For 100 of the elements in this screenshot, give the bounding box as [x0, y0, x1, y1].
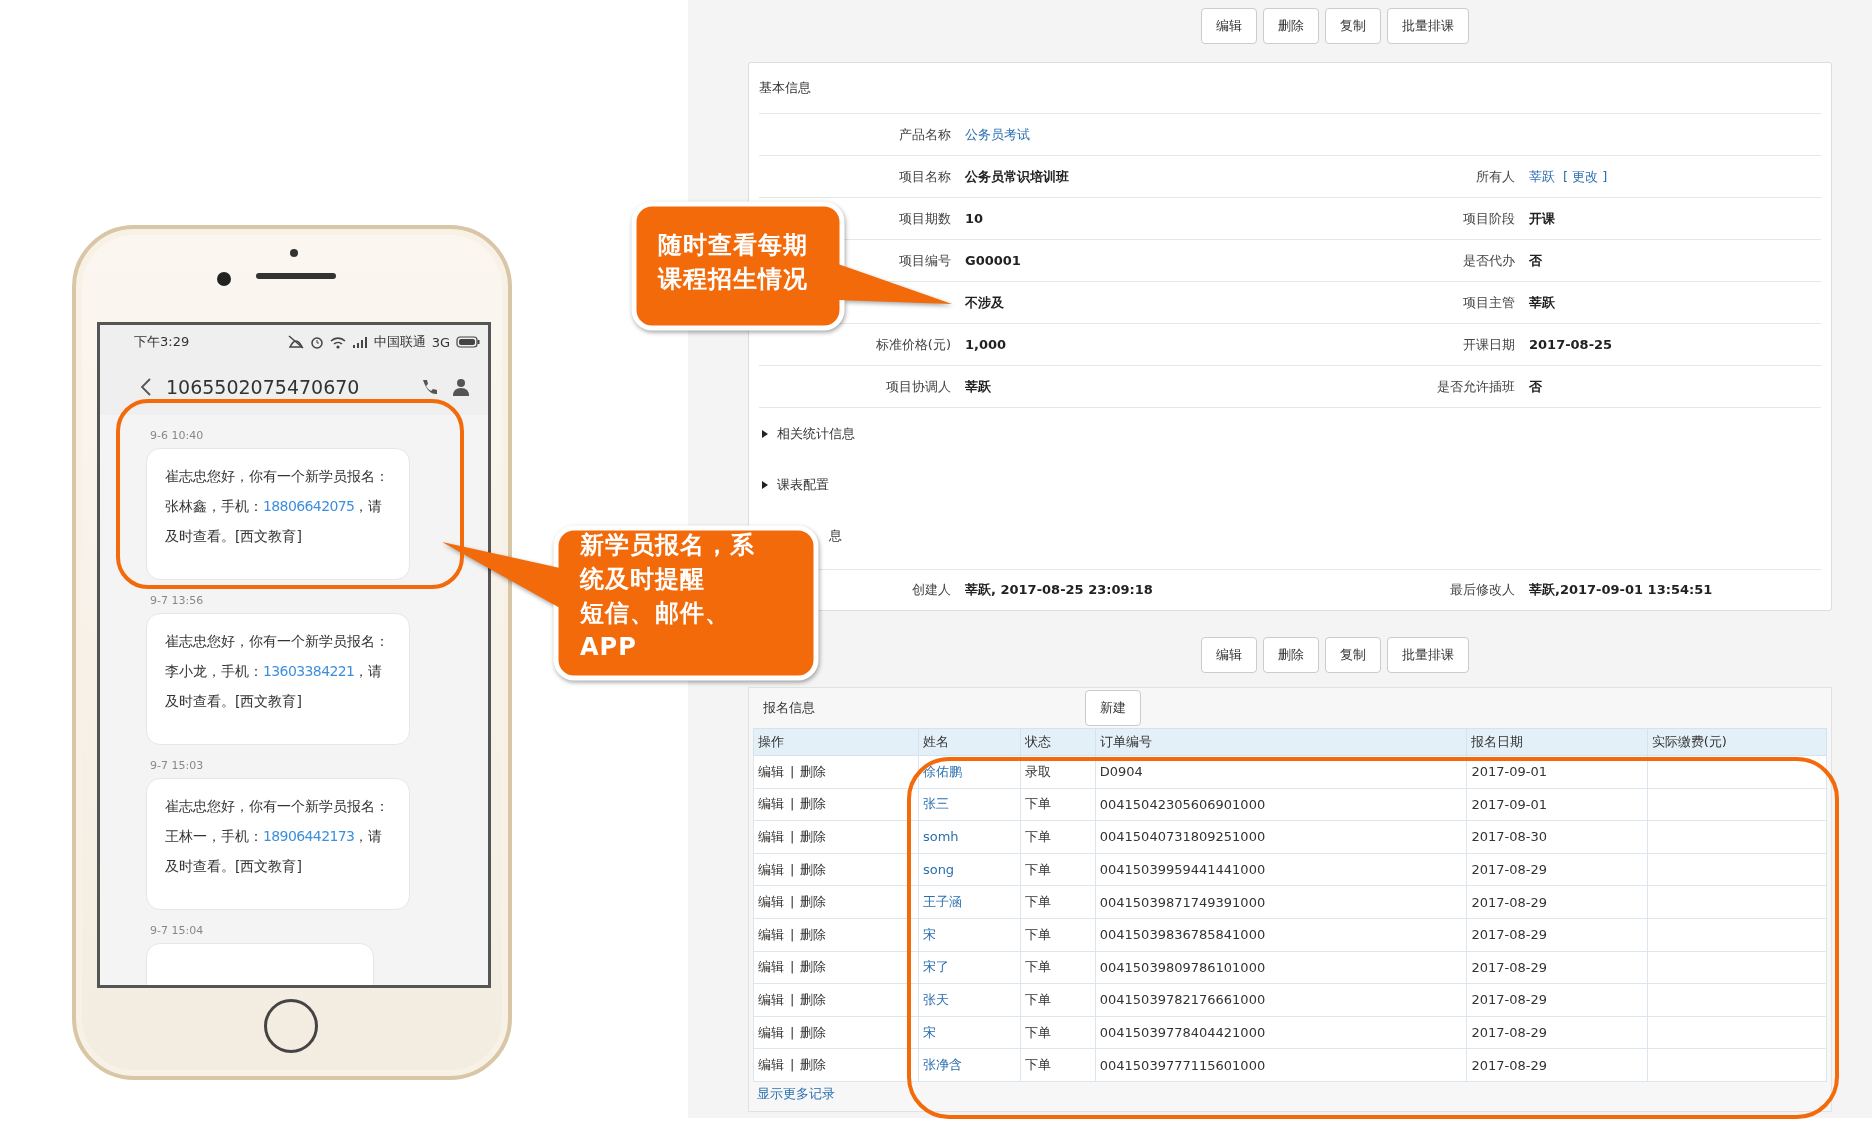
toolbar-button[interactable]: 批量排课: [1387, 637, 1469, 673]
table-cell: 2017-08-29: [1466, 983, 1648, 1017]
field-label: 是否允许插班: [1437, 377, 1515, 396]
field-label: 项目协调人: [886, 377, 951, 396]
toolbar-button[interactable]: 复制: [1325, 637, 1381, 673]
field-label: 项目编号: [899, 251, 951, 270]
table-cell: 下单: [1020, 853, 1096, 886]
action-link[interactable]: 删除: [800, 1057, 827, 1073]
table-cell: 00415039836785841000: [1095, 918, 1467, 952]
column-header: 姓名: [918, 728, 1021, 756]
action-link[interactable]: 删除: [800, 1024, 827, 1040]
field-value: 公务员常识培训班: [965, 167, 1069, 186]
network-type: 3G: [431, 334, 450, 350]
table-cell: 下单: [1020, 788, 1096, 821]
message-bubble: 崔志忠您好，你有一个新学员报名：张林鑫，手机：18806642075，请及时查看。[西文教育]: [146, 448, 410, 580]
toolbar-button[interactable]: 删除: [1263, 8, 1319, 44]
status-time: 下午3:29: [134, 333, 190, 351]
table-cell: 下单: [1020, 885, 1096, 919]
name-link[interactable]: 宋: [922, 926, 936, 942]
field-value: 莘跃: [1529, 293, 1555, 312]
separator-text: |: [790, 926, 795, 942]
action-link[interactable]: 编辑: [758, 959, 784, 975]
section-toggle[interactable]: 课表配置: [777, 475, 829, 494]
action-link[interactable]: 删除: [800, 829, 827, 844]
field-label: 是否代办: [1463, 251, 1515, 270]
table-cell: 2017-08-29: [1466, 1016, 1648, 1049]
table-cell: 下单: [1020, 951, 1096, 984]
field-value: 1,000: [965, 337, 1007, 352]
action-link[interactable]: 编辑: [758, 763, 784, 779]
panel-title: 报名信息: [763, 699, 816, 717]
action-link[interactable]: 删除: [800, 991, 827, 1007]
message-bubble: 崔志忠您好，你有一个新学员报名：王林一，手机：18906442173，请及时查看。[西文教育]: [146, 778, 410, 910]
action-link[interactable]: 删除: [800, 926, 827, 942]
action-link[interactable]: 删除: [800, 763, 827, 779]
table-cell: 2017-09-01: [1466, 755, 1648, 789]
carrier-name: 中国联通: [373, 333, 426, 351]
toolbar-button[interactable]: 编辑: [1201, 637, 1257, 673]
message-time: 9-7 15:03: [149, 758, 205, 774]
message-time: 9-6 10:40: [149, 428, 205, 444]
action-link[interactable]: 编辑: [758, 926, 784, 942]
more-link[interactable]: 显示更多记录: [757, 1085, 835, 1103]
action-link[interactable]: 删除: [800, 894, 827, 910]
separator-text: |: [790, 763, 795, 779]
separator-text: |: [790, 861, 795, 877]
name-link[interactable]: 宋: [922, 1024, 936, 1040]
new-button[interactable]: 新建: [1085, 690, 1141, 726]
field-value: G00001: [965, 253, 1021, 268]
toolbar-button[interactable]: 批量排课: [1387, 8, 1469, 44]
table-cell: 2017-08-29: [1466, 1048, 1648, 1082]
name-link[interactable]: 宋了: [922, 959, 949, 975]
table-cell: 2017-08-29: [1466, 853, 1648, 886]
action-link[interactable]: 编辑: [758, 1024, 784, 1040]
table-cell: 00415039871749391000: [1095, 885, 1467, 919]
table-cell: 下单: [1020, 918, 1096, 952]
field-label: 项目名称: [899, 167, 951, 186]
toolbar-button[interactable]: 删除: [1263, 637, 1319, 673]
name-link[interactable]: somh: [922, 829, 959, 845]
change-link[interactable]: [ 更改 ]: [1563, 167, 1608, 186]
separator-text: |: [790, 959, 795, 975]
phone-link[interactable]: 18806642075: [263, 498, 355, 514]
table-cell: 下单: [1020, 1016, 1096, 1049]
column-header: 报名日期: [1466, 728, 1648, 756]
section-toggle[interactable]: 相关统计信息: [777, 424, 855, 443]
column-header: 实际缴费(元): [1647, 728, 1827, 756]
table-cell: 2017-08-29: [1466, 885, 1648, 919]
toolbar-button[interactable]: 复制: [1325, 8, 1381, 44]
action-link[interactable]: 编辑: [758, 861, 784, 877]
action-link[interactable]: 编辑: [758, 894, 784, 910]
action-link[interactable]: 删除: [800, 796, 827, 812]
table-cell: 00415039959441441000: [1095, 853, 1467, 886]
column-header: 订单编号: [1095, 728, 1467, 756]
table-cell: 下单: [1020, 820, 1096, 854]
separator-text: |: [790, 1057, 795, 1073]
name-link[interactable]: 张三: [922, 796, 949, 812]
action-link[interactable]: 编辑: [758, 991, 784, 1007]
table-cell: 下单: [1020, 983, 1096, 1017]
action-link[interactable]: 编辑: [758, 829, 784, 844]
action-link[interactable]: 删除: [800, 861, 827, 877]
field-value: 莘跃, 2017-08-25 23:09:18: [965, 581, 1153, 599]
table-cell: 00415042305606901000: [1095, 788, 1467, 821]
field-link[interactable]: 公务员考试: [965, 125, 1030, 144]
action-link[interactable]: 编辑: [758, 796, 784, 812]
name-link[interactable]: 张天: [922, 991, 949, 1007]
field-label: 最后修改人: [1450, 581, 1515, 599]
separator-text: |: [790, 796, 795, 812]
toolbar-button[interactable]: 编辑: [1201, 8, 1257, 44]
action-link[interactable]: 删除: [800, 959, 827, 975]
name-link[interactable]: song: [922, 862, 955, 878]
name-link[interactable]: 王子涵: [922, 894, 962, 910]
separator-text: |: [790, 829, 795, 844]
separator-text: |: [790, 1024, 795, 1040]
field-value: 10: [965, 211, 984, 226]
message-bubble: 崔志忠您好，你有一个新学员报名：李小龙，手机：13603384221，请及时查看。[西文教育]: [146, 613, 410, 745]
field-link[interactable]: 莘跃: [1529, 167, 1555, 186]
action-link[interactable]: 编辑: [758, 1057, 784, 1073]
field-value: 莘跃,2017-09-01 13:54:51: [1529, 581, 1713, 599]
field-label: 开课日期: [1463, 335, 1515, 354]
table-cell: 2017-08-30: [1466, 820, 1648, 854]
name-link[interactable]: 张净含: [922, 1057, 962, 1073]
card-title: 基本信息: [759, 63, 1821, 114]
